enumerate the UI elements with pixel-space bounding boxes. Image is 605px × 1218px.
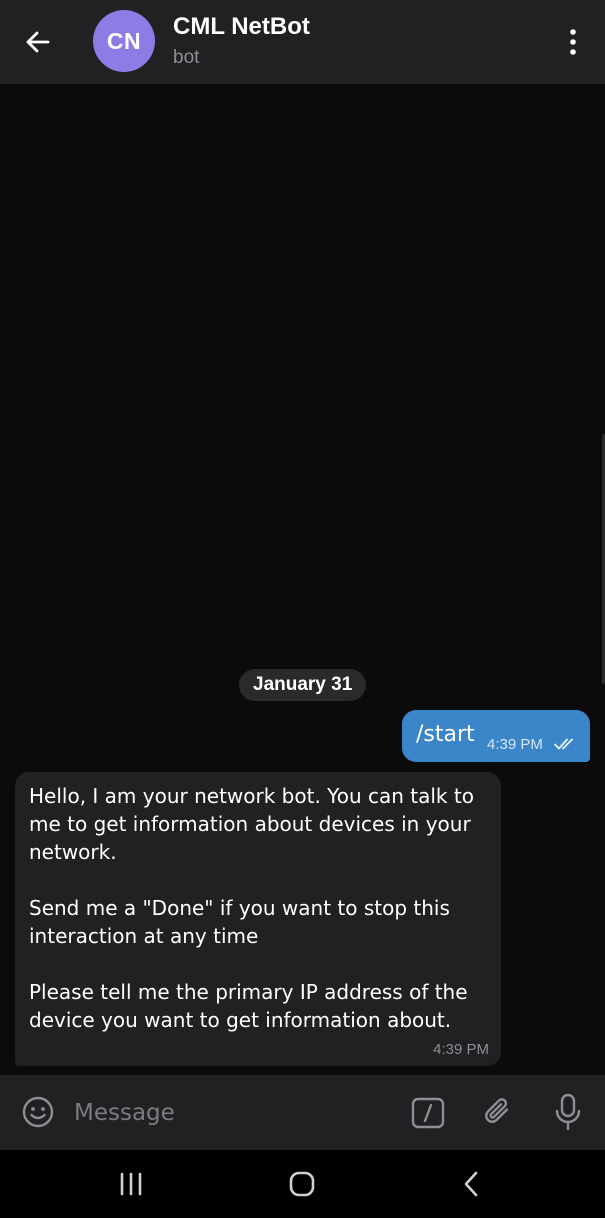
- arrow-left-icon: [26, 31, 50, 53]
- system-back-button[interactable]: [455, 1167, 489, 1201]
- more-options-button[interactable]: [559, 22, 587, 62]
- message-text: /start: [416, 722, 475, 747]
- emoji-icon: [22, 1096, 54, 1128]
- message-input[interactable]: [74, 1095, 374, 1131]
- outgoing-message[interactable]: /start 4:39 PM: [402, 710, 590, 762]
- system-navigation-bar: [0, 1150, 605, 1218]
- emoji-button[interactable]: [20, 1094, 56, 1130]
- message-composer: [0, 1075, 605, 1150]
- home-icon: [289, 1171, 315, 1197]
- avatar-initials: CN: [106, 27, 142, 54]
- voice-message-button[interactable]: [550, 1092, 586, 1132]
- back-chevron-icon: [464, 1171, 478, 1197]
- avatar[interactable]: CN: [93, 10, 155, 72]
- message-paragraph: Please tell me the primary IP address of…: [29, 980, 468, 1032]
- message-list[interactable]: January 31 /start 4:39 PM Hello, I am yo…: [0, 84, 605, 1074]
- message-time: 4:39 PM: [433, 1041, 489, 1058]
- chat-subtitle: bot: [173, 47, 200, 68]
- paperclip-icon: [485, 1098, 509, 1123]
- chat-screen: CN CML NetBot bot January 31 /start 4:39…: [0, 0, 605, 1218]
- home-button[interactable]: [285, 1167, 319, 1201]
- bot-commands-icon: [411, 1097, 445, 1129]
- incoming-message[interactable]: Hello, I am your network bot. You can ta…: [15, 772, 501, 1066]
- bot-commands-button[interactable]: [410, 1095, 446, 1131]
- recents-icon: [120, 1172, 142, 1196]
- message-paragraph: Hello, I am your network bot. You can ta…: [29, 784, 474, 864]
- chat-title[interactable]: CML NetBot: [173, 13, 310, 41]
- double-check-icon: [554, 738, 573, 750]
- message-paragraph: Send me a "Done" if you want to stop thi…: [29, 896, 450, 948]
- back-button[interactable]: [18, 22, 58, 62]
- microphone-icon: [555, 1093, 581, 1131]
- more-vertical-icon: [570, 29, 576, 55]
- recents-button[interactable]: [114, 1167, 148, 1201]
- attach-button[interactable]: [480, 1094, 516, 1130]
- message-time: 4:39 PM: [487, 736, 543, 753]
- chat-header: CN CML NetBot bot: [0, 0, 605, 84]
- date-separator: January 31: [239, 669, 367, 701]
